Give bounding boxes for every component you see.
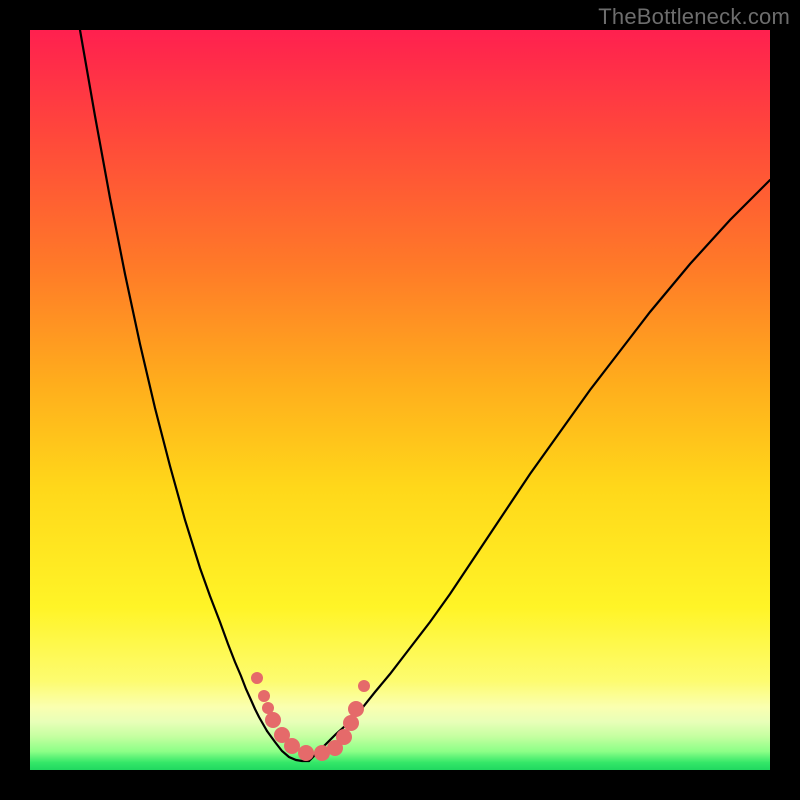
- plot-area: [30, 30, 770, 770]
- data-marker: [298, 745, 314, 761]
- data-marker: [358, 680, 370, 692]
- data-marker: [265, 712, 281, 728]
- data-marker: [251, 672, 263, 684]
- data-marker: [348, 701, 364, 717]
- curve-left-branch: [80, 30, 267, 731]
- chart-frame: TheBottleneck.com: [0, 0, 800, 800]
- watermark-text: TheBottleneck.com: [598, 4, 790, 30]
- curve-layer: [30, 30, 770, 770]
- data-marker: [258, 690, 270, 702]
- curve-right-branch: [309, 180, 770, 761]
- data-marker: [336, 729, 352, 745]
- data-marker: [343, 715, 359, 731]
